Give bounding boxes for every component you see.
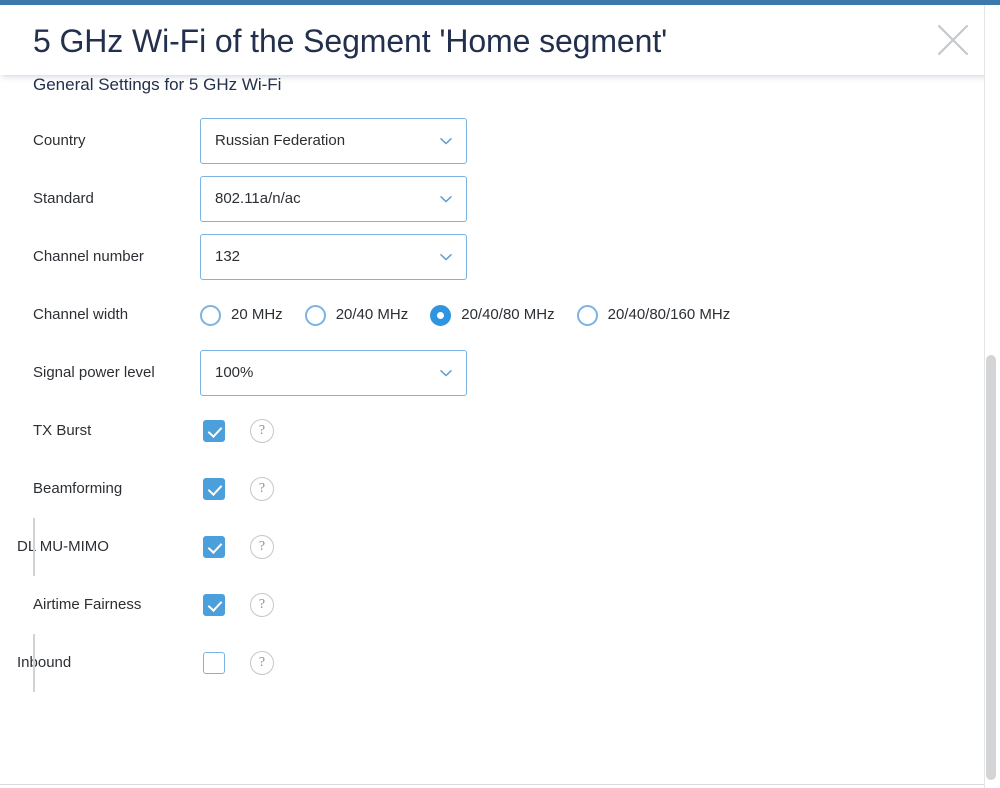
control-tx-burst: ? [200, 419, 960, 443]
channel-number-select-value: 132 [215, 248, 241, 265]
label-standard: Standard [33, 190, 94, 207]
dl-mu-mimo-checkbox[interactable] [203, 536, 225, 558]
label-channel-number: Channel number [33, 248, 144, 265]
control-channel-number: 132 [200, 234, 960, 280]
dialog-accent-bar [0, 0, 1000, 5]
control-airtime-fairness: ? [200, 593, 960, 617]
dialog-header: 5 GHz Wi-Fi of the Segment 'Home segment… [0, 5, 1000, 75]
label-inbound: Inbound [17, 654, 72, 671]
signal-power-level-select[interactable]: 100% [200, 350, 467, 396]
channel-number-select[interactable]: 132 [200, 234, 467, 280]
label-channel-width: Channel width [33, 306, 129, 323]
help-icon[interactable]: ? [250, 535, 274, 559]
standard-select-value: 802.11a/n/ac [215, 190, 301, 207]
radio-label: 20/40 MHz [335, 306, 409, 323]
chevron-down-icon [439, 250, 453, 264]
tx-burst-checkbox[interactable] [203, 420, 225, 442]
control-signal-power-level: 100% [200, 350, 960, 396]
signal-power-level-select-value: 100% [215, 364, 254, 381]
footer-divider [0, 784, 985, 785]
label-beamforming: Beamforming [33, 480, 123, 497]
dialog-body: General Settings for 5 GHz Wi-Fi Country… [0, 0, 1000, 788]
wifi-settings-dialog: General Settings for 5 GHz Wi-Fi Country… [0, 0, 1000, 788]
close-button[interactable] [930, 17, 976, 63]
close-icon [936, 23, 970, 57]
settings-form: Country Russian Federation Standard 802.… [0, 112, 960, 692]
radio-channel-width-2[interactable]: 20/40/80 MHz [430, 304, 555, 326]
airtime-fairness-checkbox[interactable] [203, 594, 225, 616]
country-select[interactable]: Russian Federation [200, 118, 467, 164]
channel-width-radio-group: 20 MHz 20/40 MHz 20/40/80 MHz 20/40/80/1… [200, 304, 731, 326]
scrollbar-thumb[interactable] [986, 355, 996, 780]
radio-label: 20 MHz [231, 306, 283, 323]
label-country: Country [33, 132, 86, 149]
help-icon[interactable]: ? [250, 651, 274, 675]
chevron-down-icon [439, 366, 453, 380]
radio-label: 20/40/80/160 MHz [607, 306, 731, 323]
standard-select[interactable]: 802.11a/n/ac [200, 176, 467, 222]
chevron-down-icon [439, 134, 453, 148]
control-channel-width: 20 MHz 20/40 MHz 20/40/80 MHz 20/40/80/1… [200, 304, 960, 326]
row-country: Country Russian Federation [0, 112, 960, 170]
row-airtime-fairness: Airtime Fairness ? [0, 576, 960, 634]
label-tx-burst: TX Burst [33, 422, 92, 439]
row-channel-width: Channel width 20 MHz 20/40 MHz 20/40/80 … [0, 286, 960, 344]
row-standard: Standard 802.11a/n/ac [0, 170, 960, 228]
row-signal-power-level: Signal power level 100% [0, 344, 960, 402]
help-icon[interactable]: ? [250, 419, 274, 443]
row-tx-burst: TX Burst ? [0, 402, 960, 460]
inbound-checkbox[interactable] [203, 652, 225, 674]
label-dl-mu-mimo: DL MU-MIMO [17, 538, 109, 555]
row-beamforming: Beamforming ? [0, 460, 960, 518]
radio-channel-width-0[interactable]: 20 MHz [200, 304, 283, 326]
indent-guide [33, 518, 35, 576]
row-inbound: Inbound ? [0, 634, 960, 692]
radio-mark-selected-icon [430, 304, 452, 326]
section-heading: General Settings for 5 GHz Wi-Fi [33, 75, 282, 94]
row-dl-mu-mimo: DL MU-MIMO ? [0, 518, 960, 576]
row-channel-number: Channel number 132 [0, 228, 960, 286]
radio-channel-width-3[interactable]: 20/40/80/160 MHz [576, 304, 731, 326]
label-airtime-fairness: Airtime Fairness [33, 596, 142, 613]
control-standard: 802.11a/n/ac [200, 176, 960, 222]
radio-channel-width-1[interactable]: 20/40 MHz [304, 304, 409, 326]
page-title: 5 GHz Wi-Fi of the Segment 'Home segment… [33, 23, 668, 59]
label-signal-power-level: Signal power level [33, 364, 155, 381]
help-icon[interactable]: ? [250, 477, 274, 501]
control-dl-mu-mimo: ? [200, 535, 960, 559]
indent-guide [33, 634, 35, 692]
radio-mark-icon [304, 304, 326, 326]
radio-label: 20/40/80 MHz [461, 306, 555, 323]
beamforming-checkbox[interactable] [203, 478, 225, 500]
help-icon[interactable]: ? [250, 593, 274, 617]
control-country: Russian Federation [200, 118, 960, 164]
control-inbound: ? [200, 651, 960, 675]
radio-mark-icon [576, 304, 598, 326]
country-select-value: Russian Federation [215, 132, 346, 149]
chevron-down-icon [439, 192, 453, 206]
radio-mark-icon [200, 304, 221, 326]
control-beamforming: ? [200, 477, 960, 501]
